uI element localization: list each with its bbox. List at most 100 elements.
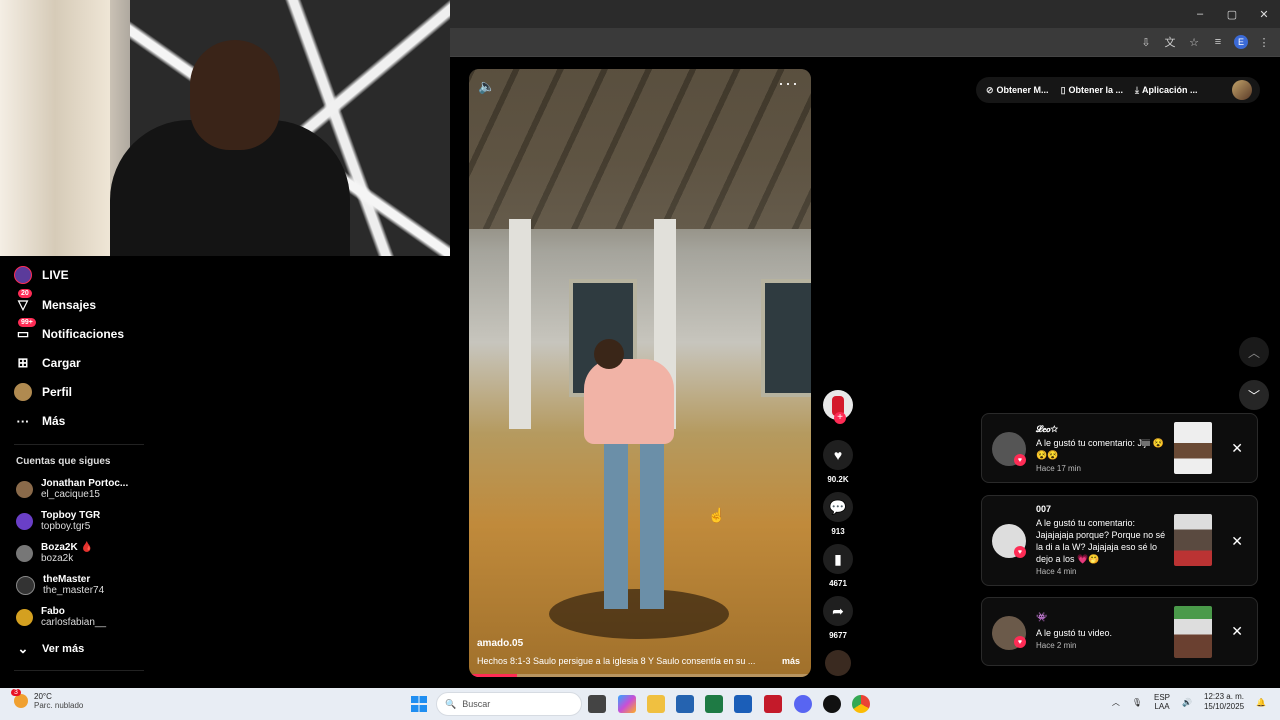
curtain bbox=[0, 0, 110, 256]
sidebar-item-label: Notificaciones bbox=[42, 327, 125, 341]
share-button[interactable]: ➦ 9677 bbox=[822, 596, 854, 640]
weather-icon: 3 bbox=[11, 689, 28, 708]
sidebar-item-messages[interactable]: ▽ 20 Mensajes bbox=[14, 289, 96, 314]
notification-message: A le gustó tu comentario: Jajajajaja por… bbox=[1036, 518, 1166, 564]
close-icon[interactable]: ✕ bbox=[1231, 440, 1243, 457]
chevron-up-icon[interactable]: ︿ bbox=[1112, 697, 1120, 708]
more-dots-icon: ··· bbox=[16, 413, 30, 429]
amd-icon[interactable] bbox=[764, 695, 782, 713]
maximize-button[interactable]: ▢ bbox=[1216, 0, 1248, 28]
sidebar-item-profile[interactable]: Perfil bbox=[14, 383, 72, 401]
notification-card[interactable]: ♥ 👾 A le gustó tu video. Hace 2 min ✕ bbox=[981, 597, 1258, 666]
video-window bbox=[761, 279, 811, 397]
notification-title: 👾 bbox=[1036, 612, 1048, 622]
desktop-app-button[interactable]: ⤓ Aplicación ... bbox=[1135, 85, 1198, 96]
video-pillar bbox=[509, 219, 531, 429]
following-account[interactable]: Boza2K 🩸 boza2k bbox=[16, 542, 93, 564]
volume-icon[interactable]: 🔈 bbox=[478, 78, 495, 95]
account-name: Fabo bbox=[41, 606, 65, 617]
comment-button[interactable]: 💬 913 bbox=[822, 492, 854, 536]
bookmark-star-icon[interactable]: ☆ bbox=[1186, 33, 1202, 51]
sidebar-item-label: Cargar bbox=[42, 356, 81, 370]
tiktok-icon[interactable] bbox=[823, 695, 841, 713]
translate-icon[interactable]: 文 bbox=[1162, 33, 1178, 51]
weather-widget[interactable]: 3 20°C Parc. nublado bbox=[11, 689, 83, 710]
comment-icon: 💬 bbox=[823, 492, 853, 522]
following-account[interactable]: Topboy TGR topboy.tgr5 bbox=[16, 510, 100, 532]
notification-card[interactable]: ♥ 𝓛𝒆𝒐☆ A le gustó tu comentario: Jijii 😵… bbox=[981, 413, 1258, 483]
follow-plus-icon[interactable]: + bbox=[834, 412, 846, 424]
pill-label: Obtener la ... bbox=[1068, 85, 1124, 95]
language-indicator[interactable]: ESP LAA bbox=[1154, 693, 1170, 711]
following-title: Cuentas que sigues bbox=[16, 456, 111, 467]
windows-start-icon[interactable] bbox=[411, 696, 427, 712]
close-window-button[interactable]: ✕ bbox=[1248, 0, 1280, 28]
get-coins-button[interactable]: ⊘ Obtener M... bbox=[986, 85, 1049, 96]
video-dancer bbox=[584, 359, 674, 444]
file-explorer-icon[interactable] bbox=[647, 695, 665, 713]
discord-icon[interactable] bbox=[794, 695, 812, 713]
sidebar-item-live[interactable]: LIVE bbox=[14, 266, 69, 284]
close-icon[interactable]: ✕ bbox=[1231, 533, 1243, 550]
minimize-button[interactable]: – bbox=[1184, 0, 1216, 28]
close-icon[interactable]: ✕ bbox=[1231, 623, 1243, 640]
video-author[interactable]: amado.05 bbox=[477, 638, 523, 649]
profile-avatar[interactable]: E bbox=[1234, 35, 1248, 49]
browser-menu-icon[interactable]: ⋮ bbox=[1256, 33, 1272, 51]
following-account[interactable]: theMaster the_master74 bbox=[16, 574, 104, 596]
clock-date: 15/10/2025 bbox=[1203, 702, 1245, 711]
notification-thumbnail[interactable] bbox=[1174, 422, 1212, 474]
following-account[interactable]: Fabo carlosfabian__ bbox=[16, 606, 106, 628]
notification-thumbnail[interactable] bbox=[1174, 606, 1212, 658]
install-app-icon[interactable]: ⇩ bbox=[1138, 33, 1154, 51]
see-more-button[interactable]: ⌄ Ver más bbox=[14, 640, 85, 658]
video-dancer bbox=[604, 439, 664, 609]
copilot-icon[interactable] bbox=[618, 695, 636, 713]
store-icon[interactable] bbox=[676, 695, 694, 713]
sidebar-item-label: Perfil bbox=[42, 385, 73, 399]
notification-card[interactable]: ♥ 007 A le gustó tu comentario: Jajajaja… bbox=[981, 495, 1258, 586]
save-button[interactable]: ▮ 4671 bbox=[822, 544, 854, 588]
chrome-icon[interactable] bbox=[852, 695, 870, 713]
chevron-down-icon: ﹀ bbox=[1247, 388, 1260, 403]
heart-icon: ♥ bbox=[1014, 546, 1026, 558]
following-account[interactable]: Jonathan Portoc... el_cacique15 bbox=[16, 478, 128, 500]
media-control-icon[interactable]: ≡ bbox=[1210, 33, 1226, 51]
notification-thumbnail[interactable] bbox=[1174, 514, 1212, 566]
creator-avatar-button[interactable]: + bbox=[822, 390, 854, 424]
task-view-icon[interactable] bbox=[588, 695, 606, 713]
microphone-icon[interactable]: 🎙 bbox=[1132, 698, 1142, 707]
inbox-icon: ▭ 99+ bbox=[14, 318, 36, 343]
get-app-button[interactable]: ▯ Obtener la ... bbox=[1061, 85, 1123, 96]
search-placeholder: Buscar bbox=[462, 699, 491, 709]
network-volume-icon[interactable]: 🔊 bbox=[1182, 698, 1192, 707]
windows-taskbar: 3 20°C Parc. nublado 🔍 Buscar ︿ 🎙 ESP LA… bbox=[0, 688, 1280, 720]
account-avatar bbox=[16, 544, 33, 562]
taskbar-search[interactable]: 🔍 Buscar bbox=[436, 692, 582, 716]
more-options-icon[interactable]: ··· bbox=[778, 73, 799, 94]
caption-more-button[interactable]: más bbox=[782, 656, 800, 666]
clock[interactable]: 12:23 a. m. 15/10/2025 bbox=[1204, 692, 1244, 712]
notification-title: 007 bbox=[1036, 504, 1052, 514]
like-button[interactable]: ♥ 90.2K bbox=[822, 440, 854, 484]
account-avatar bbox=[16, 512, 33, 530]
music-disc-button[interactable] bbox=[822, 650, 854, 676]
user-avatar[interactable] bbox=[1232, 80, 1252, 100]
video-player[interactable]: 🔈 ··· amado.05 Hechos 8:1-3 Saulo persig… bbox=[469, 69, 811, 677]
video-progress-bar[interactable] bbox=[469, 674, 811, 677]
previous-video-button[interactable]: ︿ bbox=[1239, 337, 1269, 367]
next-video-button[interactable]: ﹀ bbox=[1239, 380, 1269, 410]
save-count: 4671 bbox=[829, 579, 847, 588]
sidebar-item-notifications[interactable]: ▭ 99+ Notificaciones bbox=[14, 318, 125, 343]
comment-count: 913 bbox=[831, 527, 845, 536]
outlook-icon[interactable] bbox=[734, 695, 752, 713]
excel-icon[interactable] bbox=[705, 695, 723, 713]
notification-bell-icon[interactable]: 🔔 bbox=[1256, 698, 1266, 707]
pill-label: Aplicación ... bbox=[1142, 85, 1198, 95]
sidebar-item-upload[interactable]: ⊞ Cargar bbox=[14, 354, 81, 372]
account-name: Topboy TGR bbox=[41, 510, 101, 521]
share-arrow-icon: ➦ bbox=[823, 596, 853, 626]
account-handle: the_master74 bbox=[43, 585, 105, 596]
weather-badge: 3 bbox=[11, 689, 21, 696]
sidebar-item-more[interactable]: ··· Más bbox=[14, 412, 66, 430]
